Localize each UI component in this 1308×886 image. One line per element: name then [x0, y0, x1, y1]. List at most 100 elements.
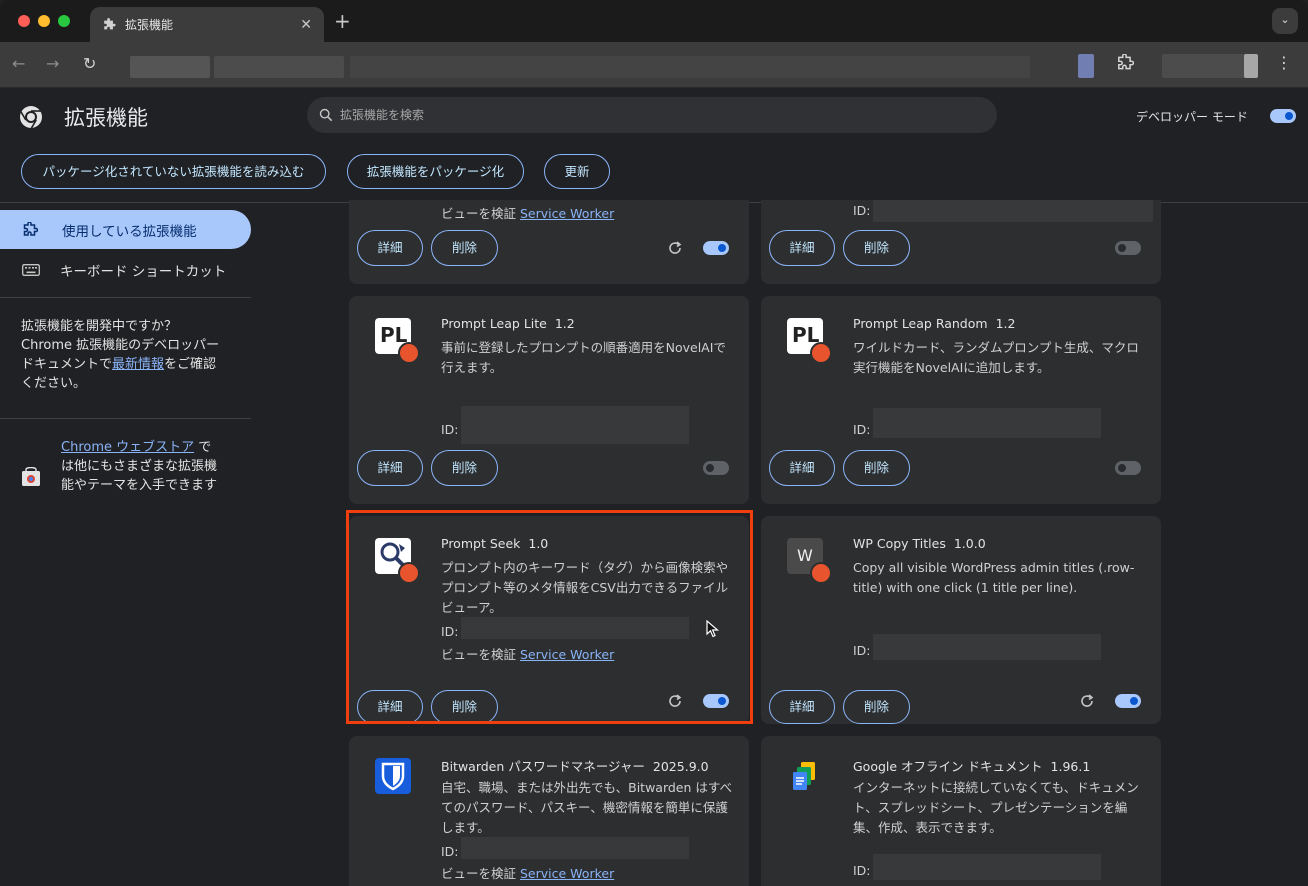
- pack-extension-button[interactable]: 拡張機能をパッケージ化: [347, 154, 524, 189]
- redacted-id: [873, 634, 1101, 660]
- back-button[interactable]: ←: [12, 54, 25, 73]
- redacted-url: [214, 56, 344, 78]
- load-unpacked-button[interactable]: パッケージ化されていない拡張機能を読み込む: [21, 154, 326, 189]
- camera-badge-icon: [398, 342, 420, 364]
- id-label: ID:: [441, 844, 459, 859]
- tab-extensions[interactable]: 拡張機能 ✕: [90, 7, 324, 42]
- enable-toggle[interactable]: [703, 694, 729, 708]
- extensions-page: 拡張機能 デベロッパー モード パッケージ化されていない拡張機能を読み込む 拡張…: [0, 88, 1308, 886]
- extension-name: WP Copy Titles 1.0.0: [853, 536, 986, 551]
- sidebar-item-my-extensions[interactable]: 使用している拡張機能: [0, 210, 251, 249]
- keyboard-icon: [22, 263, 40, 276]
- redacted-id: [461, 406, 689, 444]
- enable-toggle[interactable]: [703, 241, 729, 255]
- forward-button[interactable]: →: [46, 54, 59, 73]
- remove-button[interactable]: 削除: [843, 690, 910, 724]
- extension-search[interactable]: [307, 97, 997, 133]
- update-button[interactable]: 更新: [544, 154, 610, 189]
- extension-description: Copy all visible WordPress admin titles …: [853, 560, 1135, 595]
- extensions-menu-icon[interactable]: [1116, 54, 1134, 72]
- details-button[interactable]: 詳細: [769, 450, 835, 486]
- latest-info-link[interactable]: 最新情報: [112, 357, 164, 372]
- reload-button[interactable]: ↻: [83, 54, 96, 73]
- enable-toggle[interactable]: [703, 461, 729, 475]
- remove-button[interactable]: 削除: [843, 450, 910, 486]
- search-icon: [319, 108, 333, 122]
- details-button[interactable]: 詳細: [357, 690, 423, 724]
- sidebar-divider: [0, 418, 251, 419]
- bitwarden-icon: [375, 758, 411, 794]
- extension-description: 事前に登録したプロンプトの順番適用をNovelAIで行えます。: [441, 340, 726, 375]
- redacted-id: [873, 854, 1101, 880]
- tab-title: 拡張機能: [125, 18, 174, 32]
- sidebar-item-label: キーボード ショートカット: [60, 263, 227, 280]
- redacted-url: [130, 56, 210, 78]
- extension-card-partial: ビューを検証 Service Worker 詳細 削除: [349, 200, 749, 284]
- id-label: ID:: [853, 422, 871, 437]
- puzzle-icon: [23, 221, 38, 236]
- extension-card: Bitwarden パスワードマネージャー 2025.9.0 自宅、職場、または外…: [349, 736, 749, 886]
- inspect-views: ビューを検証 Service Worker: [441, 647, 615, 662]
- details-button[interactable]: 詳細: [769, 690, 835, 724]
- close-tab-icon[interactable]: ✕: [300, 17, 312, 33]
- close-window-button[interactable]: [18, 15, 30, 27]
- google-docs-icon: [793, 762, 815, 790]
- extension-name: Google オフライン ドキュメント 1.96.1: [853, 759, 1091, 774]
- reload-icon[interactable]: [667, 240, 683, 256]
- id-label: ID:: [853, 643, 871, 658]
- service-worker-link[interactable]: Service Worker: [520, 206, 614, 221]
- maximize-window-button[interactable]: [58, 15, 70, 27]
- camera-badge-icon: [810, 342, 832, 364]
- details-button[interactable]: 詳細: [357, 230, 423, 266]
- extension-description: 自宅、職場、または外出先でも、Bitwarden はすべてのパスワード、パスキー…: [441, 780, 733, 835]
- id-label: ID:: [441, 624, 459, 639]
- enable-toggle[interactable]: [1115, 694, 1141, 708]
- details-button[interactable]: 詳細: [357, 450, 423, 486]
- camera-badge-icon: [810, 562, 832, 584]
- minimize-window-button[interactable]: [38, 15, 50, 27]
- address-bar[interactable]: [110, 50, 1065, 80]
- id-label: ID:: [853, 203, 871, 218]
- remove-button[interactable]: 削除: [843, 230, 910, 266]
- new-tab-button[interactable]: +: [334, 9, 351, 33]
- remove-button[interactable]: 削除: [431, 690, 498, 724]
- chrome-logo-icon: [20, 106, 42, 129]
- extension-description: インターネットに接続していなくても、ドキュメント、スプレッドシート、プレゼンテー…: [853, 780, 1139, 835]
- enable-toggle[interactable]: [1115, 241, 1141, 255]
- extension-card: PL Prompt Leap Lite 1.2 事前に登録したプロンプトの順番適用…: [349, 296, 749, 504]
- remove-button[interactable]: 削除: [431, 230, 498, 266]
- enable-toggle[interactable]: [1115, 461, 1141, 475]
- tab-search-button[interactable]: ⌄: [1272, 8, 1298, 34]
- mouse-cursor-icon: [706, 620, 720, 638]
- extension-name: Bitwarden パスワードマネージャー 2025.9.0: [441, 759, 709, 774]
- extension-description: ワイルドカード、ランダムプロンプト生成、マクロ実行機能をNovelAIに追加しま…: [853, 340, 1139, 375]
- browser-menu-icon[interactable]: ⋮: [1276, 53, 1292, 72]
- service-worker-link[interactable]: Service Worker: [520, 866, 614, 881]
- redacted-id: [461, 617, 689, 639]
- details-button[interactable]: 詳細: [769, 230, 835, 266]
- reload-icon[interactable]: [1079, 693, 1095, 709]
- page-title: 拡張機能: [64, 106, 148, 130]
- camera-badge-icon: [398, 562, 420, 584]
- redacted-url: [350, 56, 1030, 78]
- redacted-id: [873, 408, 1101, 438]
- search-input[interactable]: [340, 108, 940, 122]
- sidebar-item-keyboard-shortcuts[interactable]: キーボード ショートカット: [0, 250, 251, 289]
- extension-card: W WP Copy Titles 1.0.0 Copy all visible W…: [761, 516, 1161, 724]
- extension-card: Prompt Seek 1.0 プロンプト内のキーワード（タグ）から画像検索やプロ…: [349, 516, 749, 724]
- devmode-toggle[interactable]: [1270, 109, 1296, 123]
- browser-toolbar: ← → ↻ ⋮: [0, 42, 1308, 88]
- reload-icon[interactable]: [667, 693, 683, 709]
- devmode-label: デベロッパー モード: [1136, 110, 1248, 124]
- redacted-id: [873, 200, 1153, 222]
- extension-icon[interactable]: [1078, 54, 1094, 78]
- puzzle-icon: [104, 17, 116, 29]
- extension-name: Prompt Leap Random 1.2: [853, 316, 1016, 331]
- extension-name: Prompt Seek 1.0: [441, 536, 549, 551]
- profile-avatar[interactable]: [1244, 54, 1258, 78]
- webstore-link[interactable]: Chrome ウェブストア: [61, 440, 194, 455]
- extension-card: Google オフライン ドキュメント 1.96.1 インターネットに接続していな…: [761, 736, 1161, 886]
- inspect-views: ビューを検証 Service Worker: [441, 866, 615, 881]
- service-worker-link[interactable]: Service Worker: [520, 647, 614, 662]
- remove-button[interactable]: 削除: [431, 450, 498, 486]
